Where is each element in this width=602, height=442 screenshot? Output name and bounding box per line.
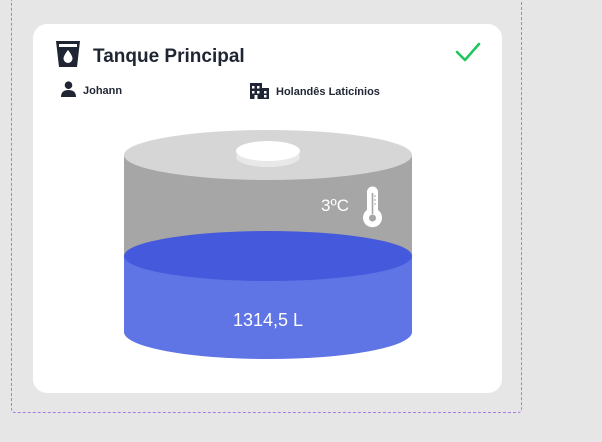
volume-value: 1314,5 L (233, 310, 303, 330)
tank-illustration: 3ºC 1314,5 L (124, 130, 412, 359)
tank-hatch (236, 141, 300, 161)
temperature-value: 3ºC (321, 196, 349, 215)
tank-card[interactable]: Tanque Principal Johann Holandês Laticín… (33, 24, 502, 393)
liquid-surface (124, 231, 412, 281)
